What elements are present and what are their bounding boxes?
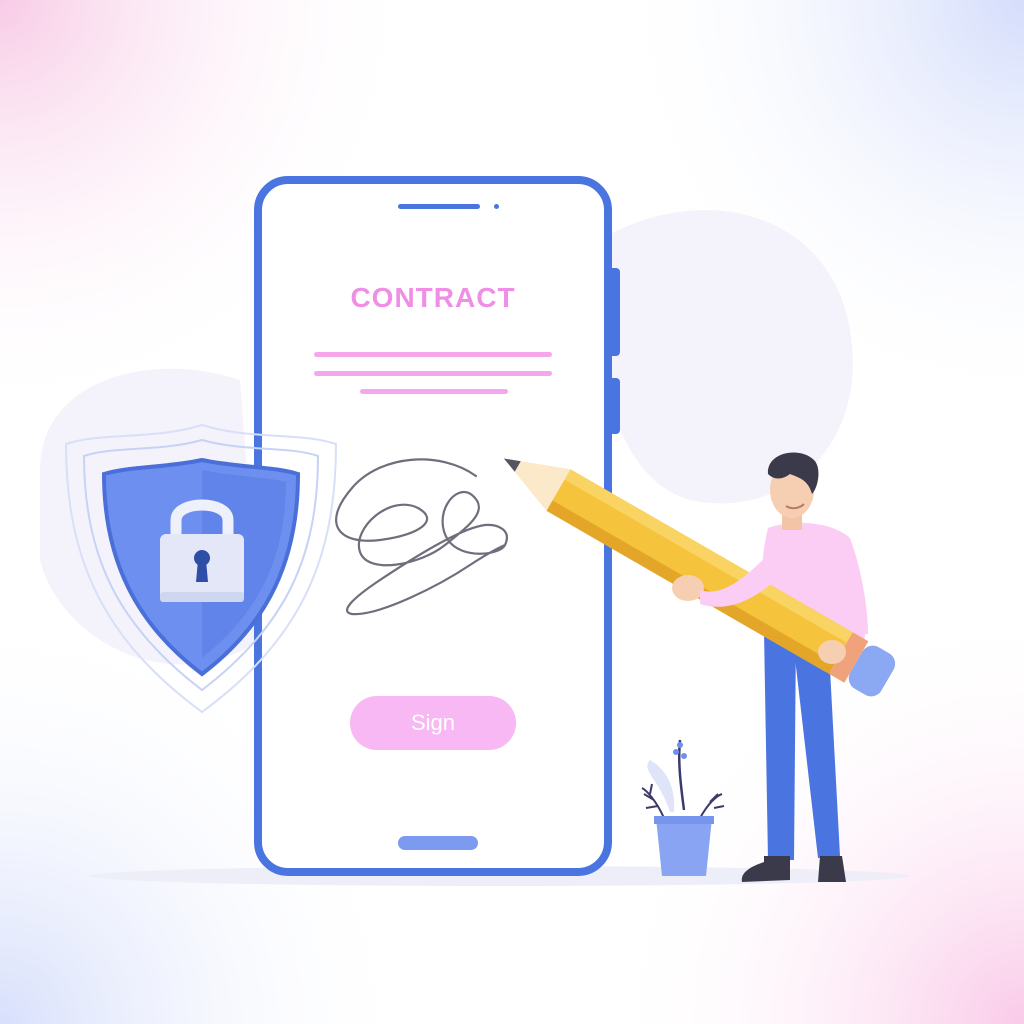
hand: [672, 575, 704, 601]
illustration-layer: [64, 423, 896, 882]
handwritten-signature: [335, 458, 508, 616]
hand: [818, 640, 846, 664]
shield-lock-icon: [101, 457, 301, 677]
potted-plant: [641, 739, 725, 876]
